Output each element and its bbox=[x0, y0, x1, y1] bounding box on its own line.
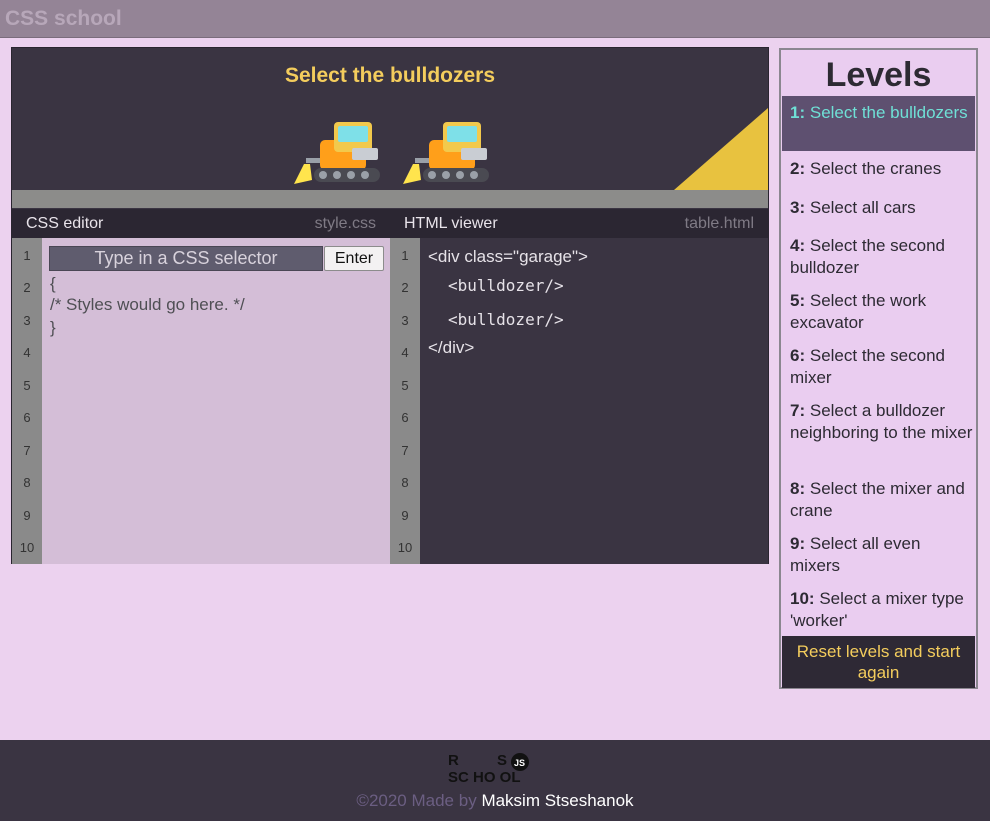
level-item-5[interactable]: 5: Select the work excavator bbox=[782, 290, 975, 334]
level-item-4[interactable]: 4: Select the second bulldozer bbox=[782, 235, 975, 279]
line-number: 5 bbox=[401, 378, 409, 393]
level-label: Select all cars bbox=[809, 198, 916, 217]
level-label: Select all even mixers bbox=[790, 534, 921, 575]
footer: R S SC HO OL JS ©2020 Made by Maksim Sts… bbox=[0, 740, 990, 821]
svg-text:JS: JS bbox=[514, 758, 525, 768]
line-number: 1 bbox=[23, 248, 31, 263]
css-code-line: /* Styles would go here. */ bbox=[50, 295, 245, 314]
game-panel: Select the bulldozers CSS editor style.c… bbox=[11, 47, 769, 564]
copyright-line: ©2020 Made by Maksim Stseshanok bbox=[0, 791, 990, 811]
css-editor-area: Type in a CSS selector Enter { /* Styles… bbox=[42, 238, 390, 564]
level-number: 9: bbox=[790, 534, 806, 553]
top-bar: CSS school bbox=[0, 0, 990, 38]
css-editor-title: CSS editor bbox=[26, 215, 104, 232]
level-instruction: Select the bulldozers bbox=[284, 64, 496, 87]
css-selector-input[interactable]: Type in a CSS selector bbox=[49, 246, 323, 271]
line-number: 7 bbox=[401, 443, 409, 458]
line-number: 2 bbox=[23, 280, 31, 295]
line-number: 6 bbox=[23, 410, 31, 425]
line-number: 10 bbox=[397, 540, 413, 555]
stage: Select the bulldozers bbox=[12, 48, 768, 190]
line-number: 5 bbox=[23, 378, 31, 393]
level-item-6[interactable]: 6: Select the second mixer bbox=[782, 345, 975, 389]
level-number: 2: bbox=[790, 159, 806, 178]
css-code-line: } bbox=[50, 318, 56, 337]
rs-school-logo[interactable]: R S SC HO OL JS bbox=[447, 750, 543, 784]
html-viewer-header: HTML viewer table.html bbox=[390, 209, 768, 238]
level-label: Select a mixer type 'worker' bbox=[790, 589, 964, 630]
svg-text:R: R bbox=[448, 752, 459, 769]
level-item-7[interactable]: 7: Select a bulldozer neighboring to the… bbox=[782, 400, 975, 444]
css-editor-header: CSS editor style.css bbox=[12, 209, 390, 238]
line-number: 4 bbox=[401, 345, 409, 360]
stage-corner-triangle bbox=[674, 108, 768, 190]
line-number: 9 bbox=[23, 508, 31, 523]
html-viewer-area: <div class="garage"> <bulldozer/> <bulld… bbox=[420, 238, 768, 564]
stage-shelf bbox=[12, 190, 768, 208]
line-number: 8 bbox=[23, 475, 31, 490]
line-number: 3 bbox=[23, 313, 31, 328]
level-label: Select a bulldozer neighboring to the mi… bbox=[790, 401, 973, 442]
bulldozer-item-1[interactable] bbox=[290, 120, 382, 188]
line-number: 1 bbox=[401, 248, 409, 263]
html-file-name: table.html bbox=[684, 215, 754, 232]
html-code-line[interactable]: <div class="garage"> bbox=[428, 247, 588, 267]
level-item-8[interactable]: 8: Select the mixer and crane bbox=[782, 478, 975, 522]
level-number: 3: bbox=[790, 198, 806, 217]
level-number: 4: bbox=[790, 236, 806, 255]
enter-button[interactable]: Enter bbox=[324, 246, 384, 271]
line-number: 4 bbox=[23, 345, 31, 360]
level-label: Select the mixer and crane bbox=[790, 479, 965, 520]
line-number: 9 bbox=[401, 508, 409, 523]
level-label: Select the second bulldozer bbox=[790, 236, 946, 277]
level-label: Select the second mixer bbox=[790, 346, 946, 387]
levels-panel: Levels 1: Select the bulldozers 2: Selec… bbox=[779, 48, 978, 689]
level-label: Select the bulldozers bbox=[809, 103, 968, 122]
level-item-1[interactable]: 1: Select the bulldozers bbox=[782, 96, 975, 151]
svg-text:S: S bbox=[497, 752, 507, 769]
levels-title: Levels bbox=[825, 56, 932, 94]
line-number: 2 bbox=[401, 280, 409, 295]
line-number: 3 bbox=[401, 313, 409, 328]
author-link[interactable]: Maksim Stseshanok bbox=[481, 791, 633, 810]
line-number: 10 bbox=[19, 540, 35, 555]
level-number: 6: bbox=[790, 346, 806, 365]
level-label: Select the work excavator bbox=[790, 291, 927, 332]
css-code-line: { bbox=[50, 274, 56, 293]
line-number: 8 bbox=[401, 475, 409, 490]
html-line-gutter: 1 2 3 4 5 6 7 8 9 10 bbox=[390, 238, 420, 564]
level-number: 7: bbox=[790, 401, 806, 420]
bulldozer-item-2[interactable] bbox=[399, 120, 491, 188]
html-viewer-title: HTML viewer bbox=[404, 215, 498, 232]
level-item-10[interactable]: 10: Select a mixer type 'worker' bbox=[782, 588, 975, 632]
copyright-text: ©2020 Made by bbox=[356, 791, 477, 810]
html-code-line[interactable]: <bulldozer/> bbox=[448, 310, 564, 329]
html-code-line[interactable]: <bulldozer/> bbox=[448, 276, 564, 295]
html-code-line[interactable]: </div> bbox=[428, 338, 474, 358]
level-number: 8: bbox=[790, 479, 806, 498]
css-file-name: style.css bbox=[314, 215, 376, 232]
level-item-3[interactable]: 3: Select all cars bbox=[782, 197, 975, 219]
css-line-gutter: 1 2 3 4 5 6 7 8 9 10 bbox=[12, 238, 42, 564]
level-item-2[interactable]: 2: Select the cranes bbox=[782, 158, 975, 180]
app-brand: CSS school bbox=[5, 7, 122, 30]
level-number: 5: bbox=[790, 291, 806, 310]
line-number: 6 bbox=[401, 410, 409, 425]
level-label: Select the cranes bbox=[809, 159, 942, 178]
level-number: 10: bbox=[790, 589, 815, 608]
level-number: 1: bbox=[790, 103, 806, 122]
svg-text:SC HO OL: SC HO OL bbox=[448, 769, 521, 784]
reset-levels-button[interactable]: Reset levels and start again bbox=[782, 636, 975, 688]
line-number: 7 bbox=[23, 443, 31, 458]
level-item-9[interactable]: 9: Select all even mixers bbox=[782, 533, 975, 577]
